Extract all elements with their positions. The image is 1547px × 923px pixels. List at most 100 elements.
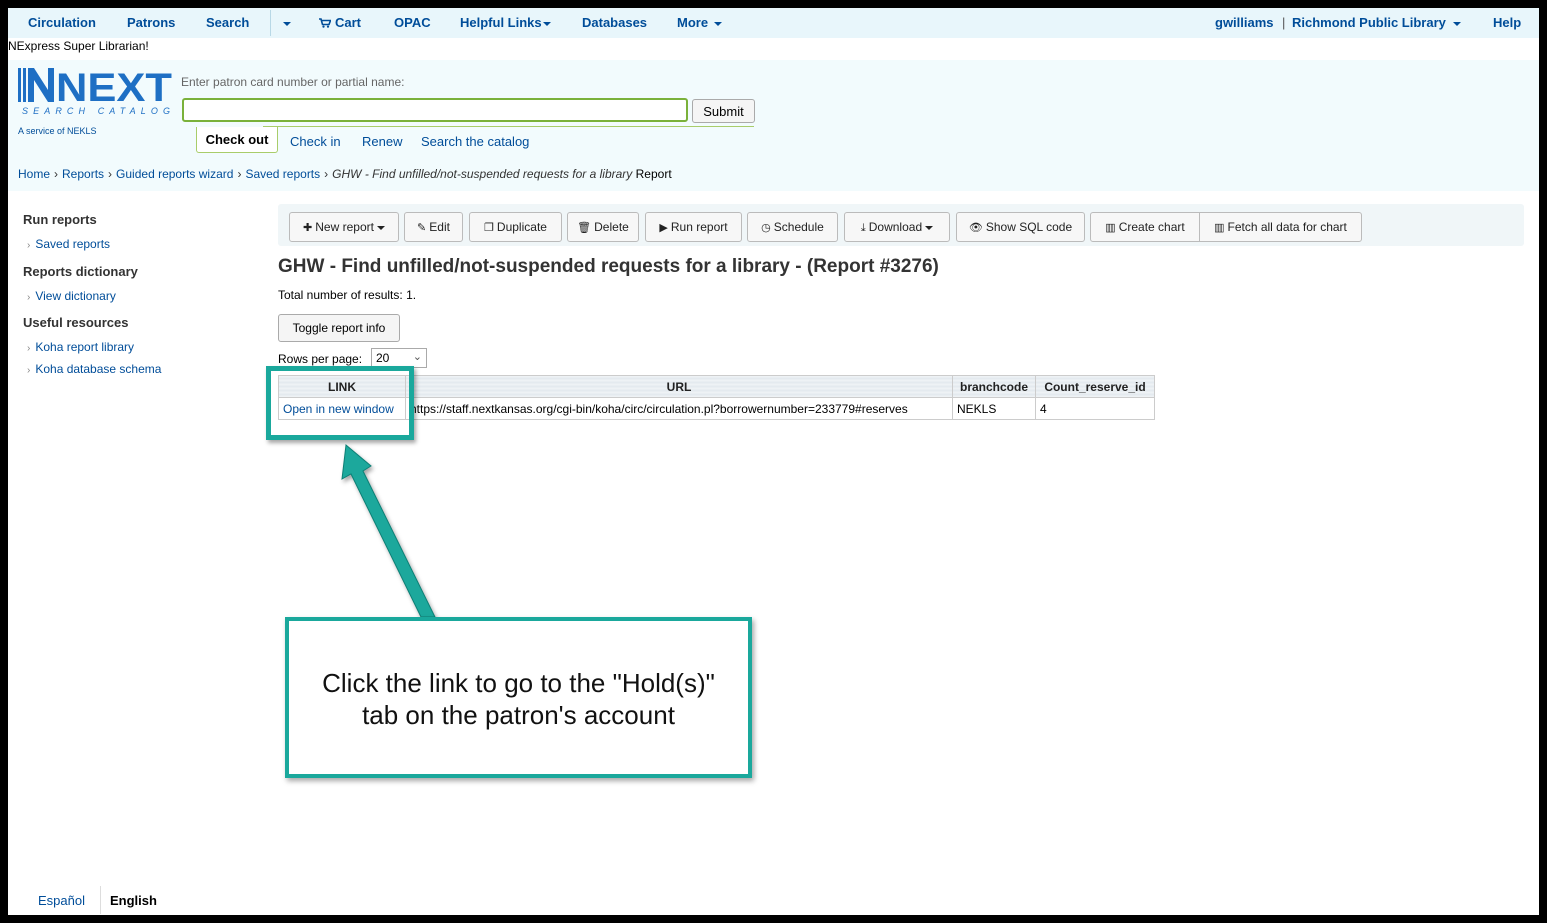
nav-cart[interactable]: Cart xyxy=(319,15,361,30)
chevron-right-icon: › xyxy=(27,343,31,354)
tab-check-out[interactable]: Check out xyxy=(196,127,278,153)
run-report-button[interactable]: ▶ Run report xyxy=(645,212,742,242)
nav-help[interactable]: Help xyxy=(1493,15,1521,30)
top-navbar: Circulation Patrons Search Cart OPAC Hel… xyxy=(8,8,1539,38)
sidebar-link-saved-reports[interactable]: › Saved reports xyxy=(27,237,110,251)
schedule-label: Schedule xyxy=(773,220,824,234)
rows-per-page-value: 20 xyxy=(376,351,390,365)
delete-button[interactable]: 🗑 Delete xyxy=(567,212,639,242)
breadcrumb-guided-reports[interactable]: Guided reports wizard xyxy=(116,167,233,181)
chevron-down-icon xyxy=(283,21,291,26)
duplicate-button[interactable]: ❐ Duplicate xyxy=(469,212,562,242)
download-button[interactable]: ⤓ Download xyxy=(844,212,950,242)
sidebar-link-label: View dictionary xyxy=(35,289,116,303)
nav-search[interactable]: Search xyxy=(206,15,249,30)
total-results-label: Total number of results: xyxy=(278,288,403,302)
nav-databases[interactable]: Databases xyxy=(582,15,647,30)
sidebar-heading-useful-resources: Useful resources xyxy=(23,315,129,330)
toggle-report-info-button[interactable]: Toggle report info xyxy=(278,314,400,342)
logo-subtitle: A service of NEKLS xyxy=(18,126,97,136)
delete-label: Delete xyxy=(594,220,629,234)
nav-more-label: More xyxy=(677,15,709,30)
chevron-right-icon: › xyxy=(27,365,31,376)
sidebar-link-view-dictionary[interactable]: › View dictionary xyxy=(27,289,116,303)
nav-user[interactable]: gwilliams xyxy=(1215,15,1274,30)
chevron-down-icon xyxy=(542,21,551,26)
plus-icon: ✚ xyxy=(303,222,313,234)
breadcrumb-separator: › xyxy=(237,167,242,181)
chevron-down-icon xyxy=(714,21,723,26)
copy-icon: ❐ xyxy=(484,222,494,234)
browser-viewport: Circulation Patrons Search Cart OPAC Hel… xyxy=(8,8,1539,915)
total-results-value: 1. xyxy=(406,288,417,302)
callout-text-line-2: tab on the patron's account xyxy=(362,700,675,730)
bar-chart-icon: ▥ xyxy=(1214,222,1225,234)
nav-cart-label: Cart xyxy=(335,15,362,30)
sidebar-link-label: Saved reports xyxy=(35,237,111,251)
show-sql-button[interactable]: 👁 Show SQL code xyxy=(956,212,1085,242)
chevron-right-icon: › xyxy=(27,240,31,251)
schedule-button[interactable]: ◷ Schedule xyxy=(747,212,838,242)
edit-button[interactable]: ✎ Edit xyxy=(404,212,463,242)
sidebar-heading-run-reports: Run reports xyxy=(23,212,97,227)
breadcrumb-home[interactable]: Home xyxy=(18,167,50,181)
pencil-icon: ✎ xyxy=(417,222,427,234)
rows-per-page-label: Rows per page: xyxy=(278,352,363,366)
breadcrumb-reports[interactable]: Reports xyxy=(62,167,104,181)
nav-separator: | xyxy=(1282,15,1286,30)
nav-helpful-links[interactable]: Helpful Links xyxy=(460,15,551,30)
breadcrumb-saved-reports[interactable]: Saved reports xyxy=(245,167,320,181)
nav-opac[interactable]: OPAC xyxy=(394,15,431,30)
language-espanol[interactable]: Español xyxy=(38,893,85,908)
edit-label: Edit xyxy=(429,220,450,234)
patron-search-input[interactable] xyxy=(182,98,688,122)
sidebar-link-koha-report-library[interactable]: › Koha report library xyxy=(27,340,134,354)
nav-circulation[interactable]: Circulation xyxy=(28,15,96,30)
bar-chart-icon: ▥ xyxy=(1105,222,1116,234)
clock-icon: ◷ xyxy=(761,222,771,234)
patron-search-label: Enter patron card number or partial name… xyxy=(181,75,405,89)
submit-button[interactable]: Submit xyxy=(692,99,755,123)
nav-library[interactable]: Richmond Public Library xyxy=(1292,15,1461,30)
fetch-all-label: Fetch all data for chart xyxy=(1227,220,1347,234)
nav-patrons[interactable]: Patrons xyxy=(127,15,175,30)
column-header-url[interactable]: URL xyxy=(405,375,953,398)
nav-search-dropdown[interactable] xyxy=(280,15,291,30)
next-logo[interactable]: NEXT SEARCH CATALOG xyxy=(16,64,172,116)
chevron-down-icon xyxy=(376,225,385,230)
column-header-count-reserve-id[interactable]: Count_reserve_id xyxy=(1035,375,1155,398)
tab-renew[interactable]: Renew xyxy=(362,134,402,149)
chevron-down-icon: ⌄ xyxy=(412,351,422,363)
url-cell: https://staff.nextkansas.org/cgi-bin/koh… xyxy=(405,397,953,420)
librarian-greeting: NExpress Super Librarian! xyxy=(8,39,149,53)
breadcrumb-separator: › xyxy=(108,167,113,181)
nav-more[interactable]: More xyxy=(677,15,723,30)
chevron-right-icon: › xyxy=(27,292,31,303)
cart-icon xyxy=(319,18,331,28)
new-report-label: New report xyxy=(315,220,374,234)
download-label: Download xyxy=(868,220,923,234)
sidebar-heading-dictionary: Reports dictionary xyxy=(23,264,138,279)
rows-per-page-select[interactable]: 20 ⌄ xyxy=(371,348,427,368)
tab-search-catalog[interactable]: Search the catalog xyxy=(421,134,529,149)
trash-icon: 🗑 xyxy=(577,222,592,234)
sidebar-link-label: Koha database schema xyxy=(35,362,162,376)
eye-icon: 👁 xyxy=(968,222,983,234)
tabs-divider xyxy=(263,126,754,127)
logo-text: NEXT xyxy=(56,66,172,110)
column-header-branchcode[interactable]: branchcode xyxy=(952,375,1036,398)
sidebar-link-koha-db-schema[interactable]: › Koha database schema xyxy=(27,362,161,376)
nav-helpful-links-label: Helpful Links xyxy=(460,15,542,30)
tab-check-in[interactable]: Check in xyxy=(290,134,341,149)
count-reserve-id-cell: 4 xyxy=(1035,397,1155,420)
highlight-box xyxy=(266,366,414,440)
create-chart-label: Create chart xyxy=(1118,220,1185,234)
breadcrumb-separator: › xyxy=(324,167,329,181)
breadcrumb: Home › Reports › Guided reports wizard › Saved… xyxy=(8,156,1539,191)
breadcrumb-separator: › xyxy=(54,167,59,181)
callout-text-line-1: Click the link to go to the "Hold(s)" xyxy=(322,668,715,698)
nav-divider xyxy=(270,10,271,36)
new-report-button[interactable]: ✚ New report xyxy=(289,212,399,242)
create-chart-button[interactable]: ▥ Create chart xyxy=(1090,212,1200,242)
fetch-all-data-button[interactable]: ▥ Fetch all data for chart xyxy=(1199,212,1362,242)
